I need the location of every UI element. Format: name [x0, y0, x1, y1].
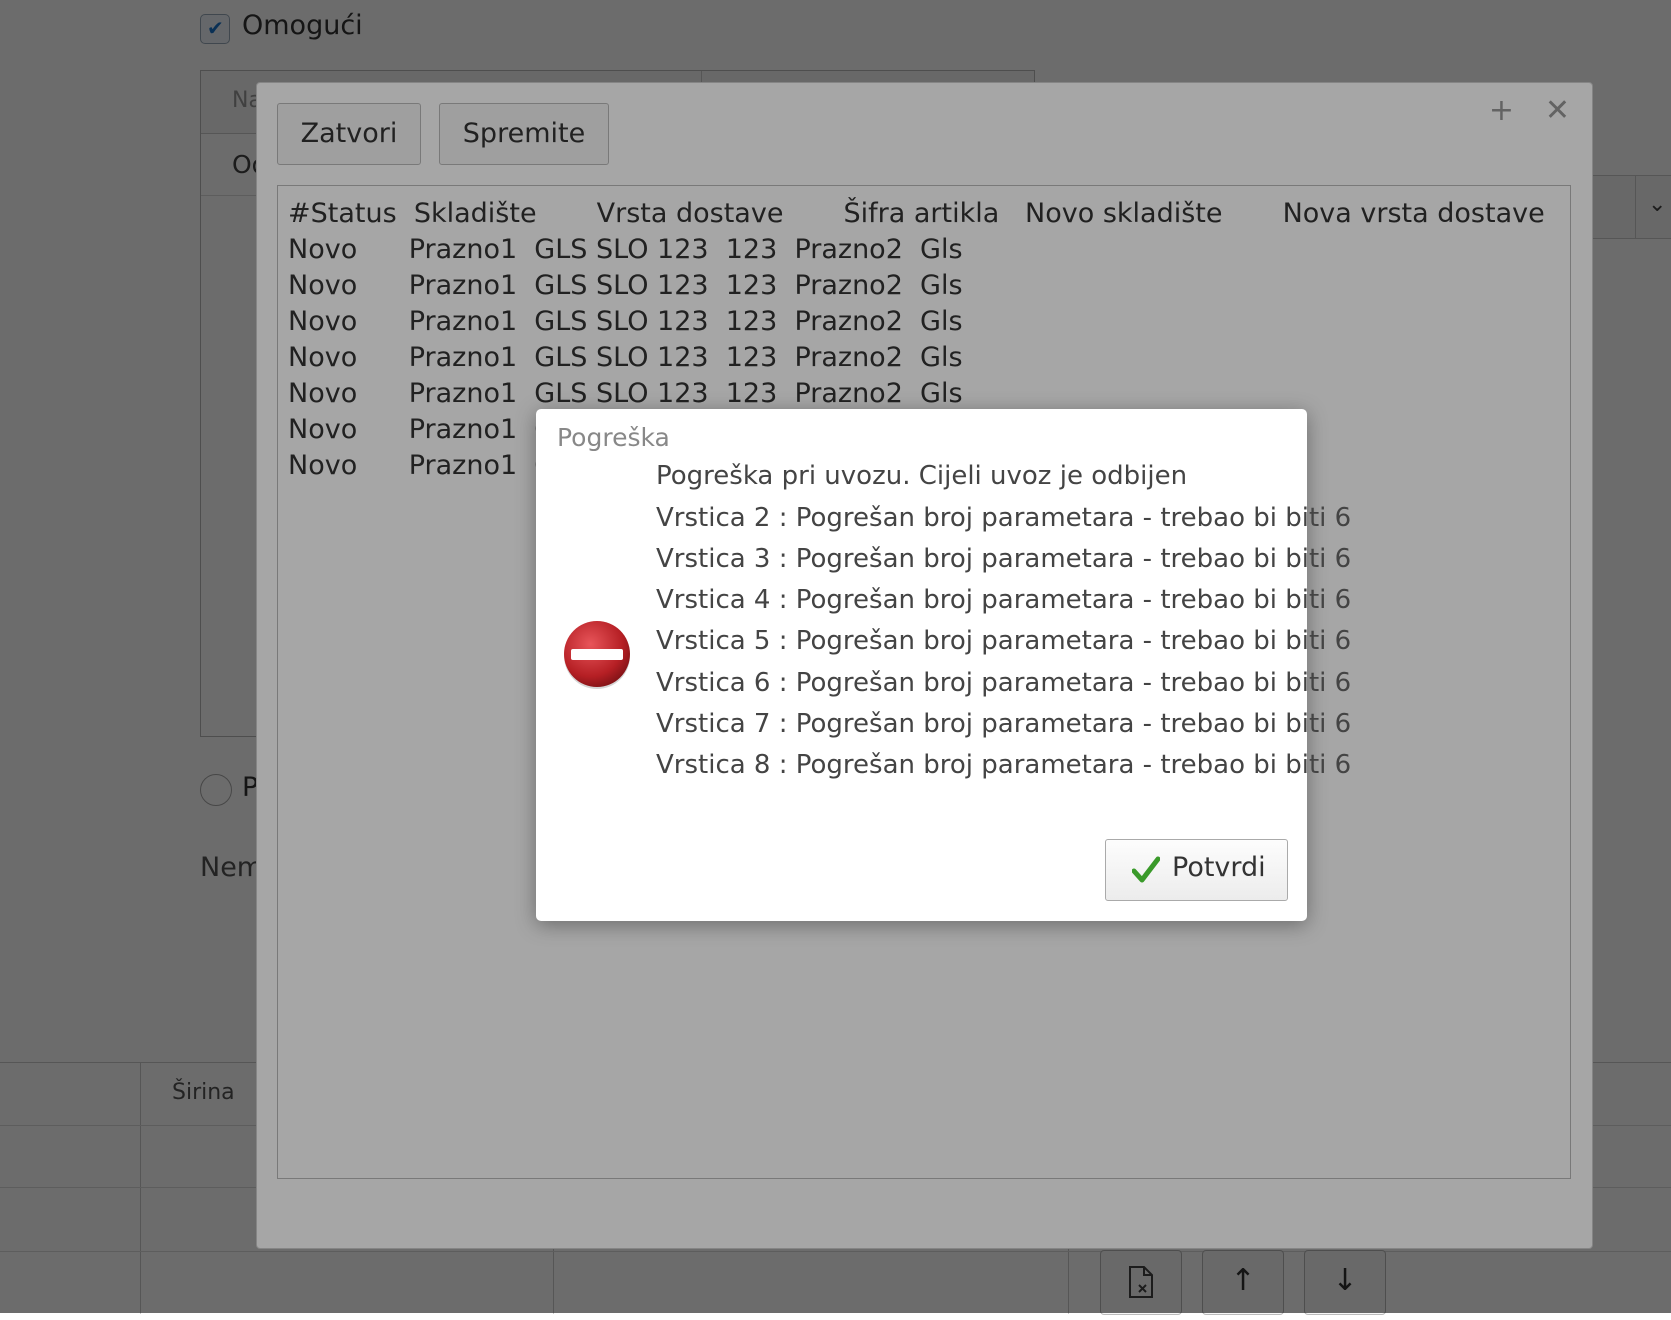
error-line: Vrstica 2 : Pogrešan broj parametara - t…: [656, 503, 1352, 533]
dialog-title: Pogreška: [557, 423, 670, 452]
error-stop-icon: [564, 621, 630, 689]
error-summary: Pogreška pri uvozu. Cijeli uvoz je odbij…: [656, 461, 1188, 491]
confirm-label: Potvrdi: [1172, 852, 1266, 883]
error-dialog: Pogreška Pogreška pri uvozu. Cijeli uvoz…: [536, 409, 1351, 921]
check-icon: [1132, 856, 1160, 883]
error-line: Vrstica 6 : Pogrešan broj parametara - t…: [656, 668, 1352, 698]
confirm-button[interactable]: Potvrdi: [1105, 839, 1288, 901]
error-line: Vrstica 8 : Pogrešan broj parametara - t…: [656, 750, 1352, 780]
error-line: Vrstica 5 : Pogrešan broj parametara - t…: [656, 626, 1352, 656]
error-line: Vrstica 7 : Pogrešan broj parametara - t…: [656, 709, 1352, 739]
error-line: Vrstica 4 : Pogrešan broj parametara - t…: [656, 585, 1352, 615]
error-line: Vrstica 3 : Pogrešan broj parametara - t…: [656, 544, 1352, 574]
